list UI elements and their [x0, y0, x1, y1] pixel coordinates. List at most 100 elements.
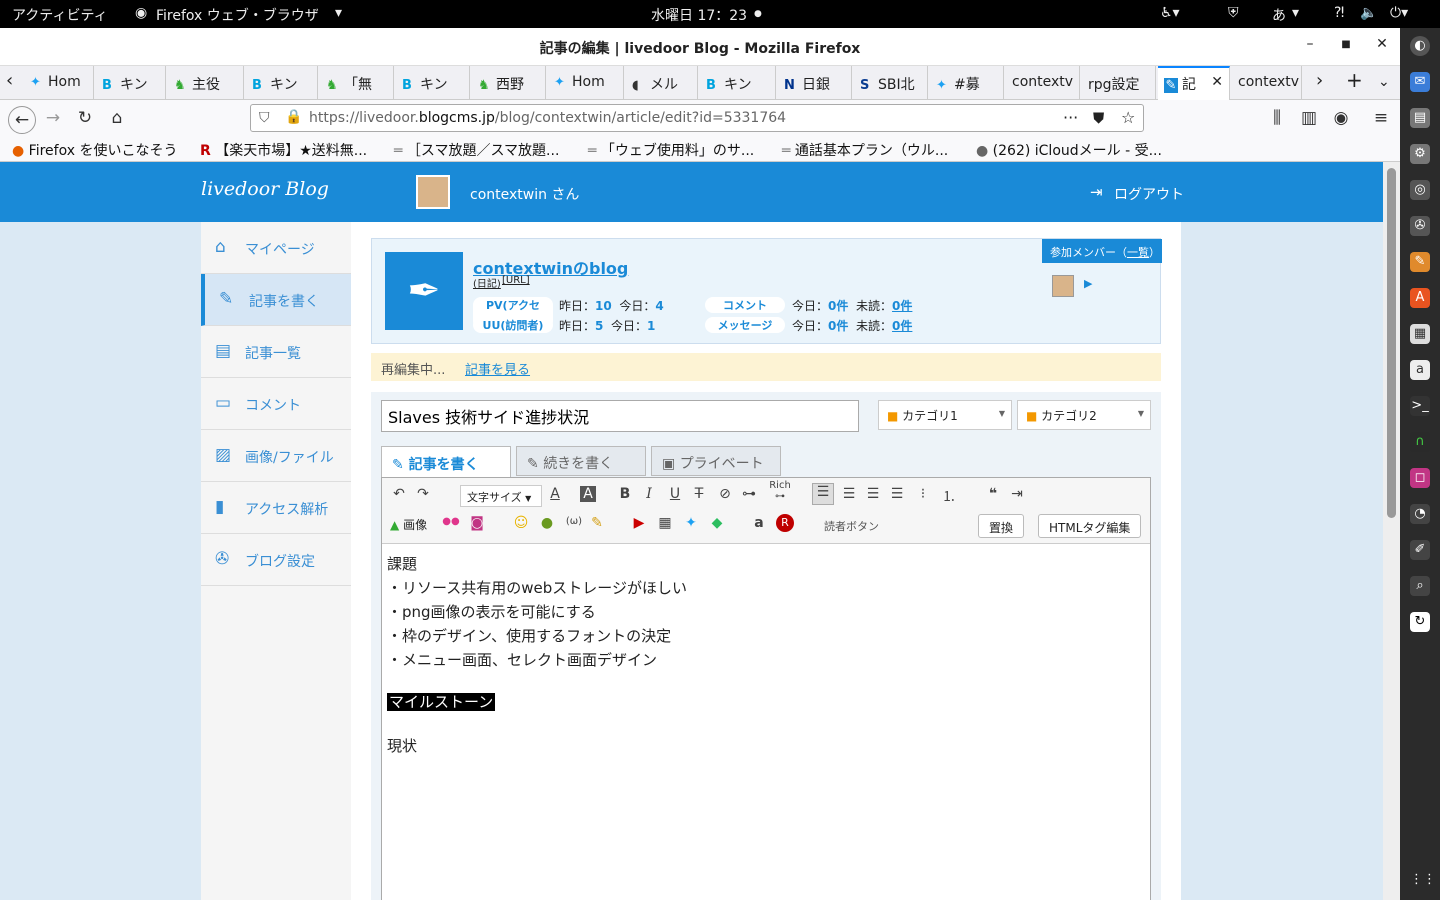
bookmark-item[interactable]: ═ ［スマ放題／スマ放題...	[394, 140, 559, 160]
strikethrough-icon[interactable]: T	[690, 486, 708, 502]
gimp-icon[interactable]: ✎	[1410, 252, 1430, 272]
tab-item[interactable]: ✦ Hom	[548, 66, 624, 100]
bookmark-item[interactable]: R 【楽天市場】★送料無...	[200, 140, 367, 160]
minimize-button[interactable]: –	[1300, 36, 1320, 52]
sidebar-icon[interactable]: ▥	[1298, 108, 1320, 128]
align-justify-icon[interactable]: ☰	[888, 486, 906, 502]
tab-item[interactable]: contextv	[1006, 66, 1080, 100]
message-unread-link[interactable]: 0件	[892, 319, 912, 333]
bookmark-item[interactable]: ═ 「ウェブ使用料」のサ...	[588, 140, 754, 160]
sidebar-item-analytics[interactable]: ▮ アクセス解析	[201, 482, 351, 534]
category2-select[interactable]: ■ カテゴリ2 ▼	[1017, 400, 1151, 430]
close-tab-icon[interactable]: ✕	[1211, 74, 1223, 90]
tab-private[interactable]: ▣ プライベート	[651, 446, 781, 476]
tab-item[interactable]: ◖ メル	[626, 66, 698, 100]
tab-item[interactable]: ✦ #募	[930, 66, 1004, 100]
bookmark-star-icon[interactable]: ☆	[1121, 108, 1135, 127]
rakuten-icon[interactable]: R	[776, 514, 794, 532]
thunderbird-icon[interactable]: ✉	[1410, 72, 1430, 92]
caret-right-icon[interactable]: ▶	[1084, 277, 1092, 290]
sidebar-item-settings[interactable]: ✇ ブログ設定	[201, 534, 351, 586]
underline-icon[interactable]: U	[666, 486, 684, 502]
numbered-list-icon[interactable]: ⒈	[940, 486, 958, 506]
tab-item[interactable]: N 日銀	[778, 66, 852, 100]
draw-icon[interactable]: ✐	[1410, 540, 1430, 560]
rhythmbox-icon[interactable]: ◎	[1410, 180, 1430, 200]
font-color-icon[interactable]: A	[546, 486, 564, 502]
back-button[interactable]: ←	[8, 106, 36, 134]
kaomoji-icon[interactable]: (ω)	[562, 516, 586, 527]
tab-item[interactable]: rpg設定	[1082, 66, 1156, 100]
film-icon[interactable]: ✇	[1410, 216, 1430, 236]
title-input[interactable]	[381, 400, 859, 432]
reload-button[interactable]: ↻	[74, 108, 96, 128]
terminal-icon[interactable]: >_	[1410, 396, 1430, 416]
members-list-link[interactable]: 一覧	[1127, 246, 1149, 259]
sticker-icon[interactable]: ●	[538, 515, 556, 531]
blockquote-icon[interactable]: ❝	[984, 486, 1002, 502]
flickr-icon[interactable]: ●●	[442, 516, 460, 527]
activities-button[interactable]: アクティビティ	[12, 5, 108, 25]
tab-item[interactable]: ♞ 西野	[472, 66, 546, 100]
logout-icon[interactable]: ⇥	[1090, 183, 1103, 201]
tab-item[interactable]: S SBI北	[854, 66, 928, 100]
undo-icon[interactable]: ↶	[390, 486, 408, 502]
headphones-icon[interactable]: ∩	[1410, 432, 1430, 452]
page-actions-icon[interactable]: ···	[1063, 108, 1078, 127]
logout-link[interactable]: ログアウト	[1114, 184, 1184, 204]
pocket-icon[interactable]: ⛊	[1093, 109, 1104, 127]
html-edit-button[interactable]: HTMLタグ編集	[1038, 514, 1142, 538]
editor-body[interactable]: 課題 ・リソース共有用のwebストレージがほしい ・png画像の表示を可能にする…	[382, 544, 1150, 900]
sidebar-item-mypage[interactable]: ⌂ マイページ	[201, 222, 351, 274]
sidebar-item-articles[interactable]: ▤ 記事一覧	[201, 326, 351, 378]
decoration-icon[interactable]: ✎	[588, 515, 606, 531]
tracking-shield-icon[interactable]: ⛉	[259, 110, 270, 126]
scrollbar-thumb[interactable]	[1387, 168, 1396, 518]
tab-item[interactable]: B キン	[700, 66, 776, 100]
calendar-icon[interactable]: ▦	[656, 515, 674, 531]
tab-item[interactable]: ♞ 「無	[320, 66, 394, 100]
home-button[interactable]: ⌂	[106, 108, 128, 128]
rich-link-icon[interactable]: Rich ⊶	[768, 480, 792, 502]
evernote-icon[interactable]: ◆	[708, 515, 726, 531]
insert-image-button[interactable]: ▲ 画像	[390, 516, 427, 533]
bullet-list-icon[interactable]: ⁝	[914, 486, 932, 502]
show-apps-icon[interactable]: ⋮⋮	[1410, 870, 1436, 890]
view-article-link[interactable]: 記事を見る	[465, 359, 530, 378]
scroll-tabs-left-button[interactable]: ‹	[0, 66, 24, 100]
instagram-icon[interactable]: ◻	[1410, 468, 1430, 488]
twitter-icon[interactable]: ✦	[682, 515, 700, 531]
tab-item[interactable]: ✦ Hom	[24, 66, 94, 100]
menu-icon[interactable]: ≡	[1370, 108, 1392, 128]
comment-unread-link[interactable]: 0件	[892, 299, 912, 313]
new-tab-button[interactable]: +	[1340, 66, 1366, 100]
shield-icon[interactable]: ⛨	[1228, 5, 1239, 21]
tab-item[interactable]: ✎ 記 ✕	[1158, 66, 1230, 100]
avatar[interactable]	[416, 175, 450, 209]
replace-button[interactable]: 置換	[978, 514, 1025, 538]
tab-write[interactable]: ✎ 記事を書く	[381, 446, 511, 478]
maximize-button[interactable]: ■	[1336, 39, 1356, 50]
accessibility-icon[interactable]: ♿▾	[1160, 5, 1180, 21]
blog-feather-icon[interactable]: ✒	[385, 252, 463, 330]
page-scrollbar[interactable]	[1383, 162, 1400, 900]
redo-icon[interactable]: ↷	[414, 486, 432, 502]
blog-url-tag[interactable]: [URL]	[502, 275, 530, 286]
instagram-icon[interactable]: ◙	[468, 515, 486, 531]
lock-icon[interactable]: 🔒	[285, 109, 302, 125]
files-icon[interactable]: ▤	[1410, 108, 1430, 128]
url-bar[interactable]: ⛉ 🔒 https://livedoor.blogcms.jp/blog/con…	[250, 104, 1144, 132]
tab-continue[interactable]: ✎ 続きを書く	[516, 446, 646, 476]
sidebar-item-write[interactable]: ✎ 記事を書く	[201, 274, 351, 326]
blog-category-tag[interactable]: (日記)	[473, 275, 501, 290]
volume-icon[interactable]: 🔈	[1360, 5, 1377, 21]
text-editor-icon[interactable]: ▦	[1410, 324, 1430, 344]
ime-indicator[interactable]: あ	[1272, 5, 1286, 25]
member-avatar[interactable]	[1052, 275, 1074, 297]
software-center-icon[interactable]: A	[1410, 288, 1430, 308]
emoji-icon[interactable]: ☺	[512, 515, 530, 531]
scroll-tabs-right-button[interactable]: ›	[1310, 66, 1336, 100]
library-icon[interactable]: ⫼	[1266, 108, 1288, 128]
refresh-app-icon[interactable]: ↻	[1410, 612, 1430, 632]
sidebar-item-images[interactable]: ▨ 画像/ファイル	[201, 430, 351, 482]
